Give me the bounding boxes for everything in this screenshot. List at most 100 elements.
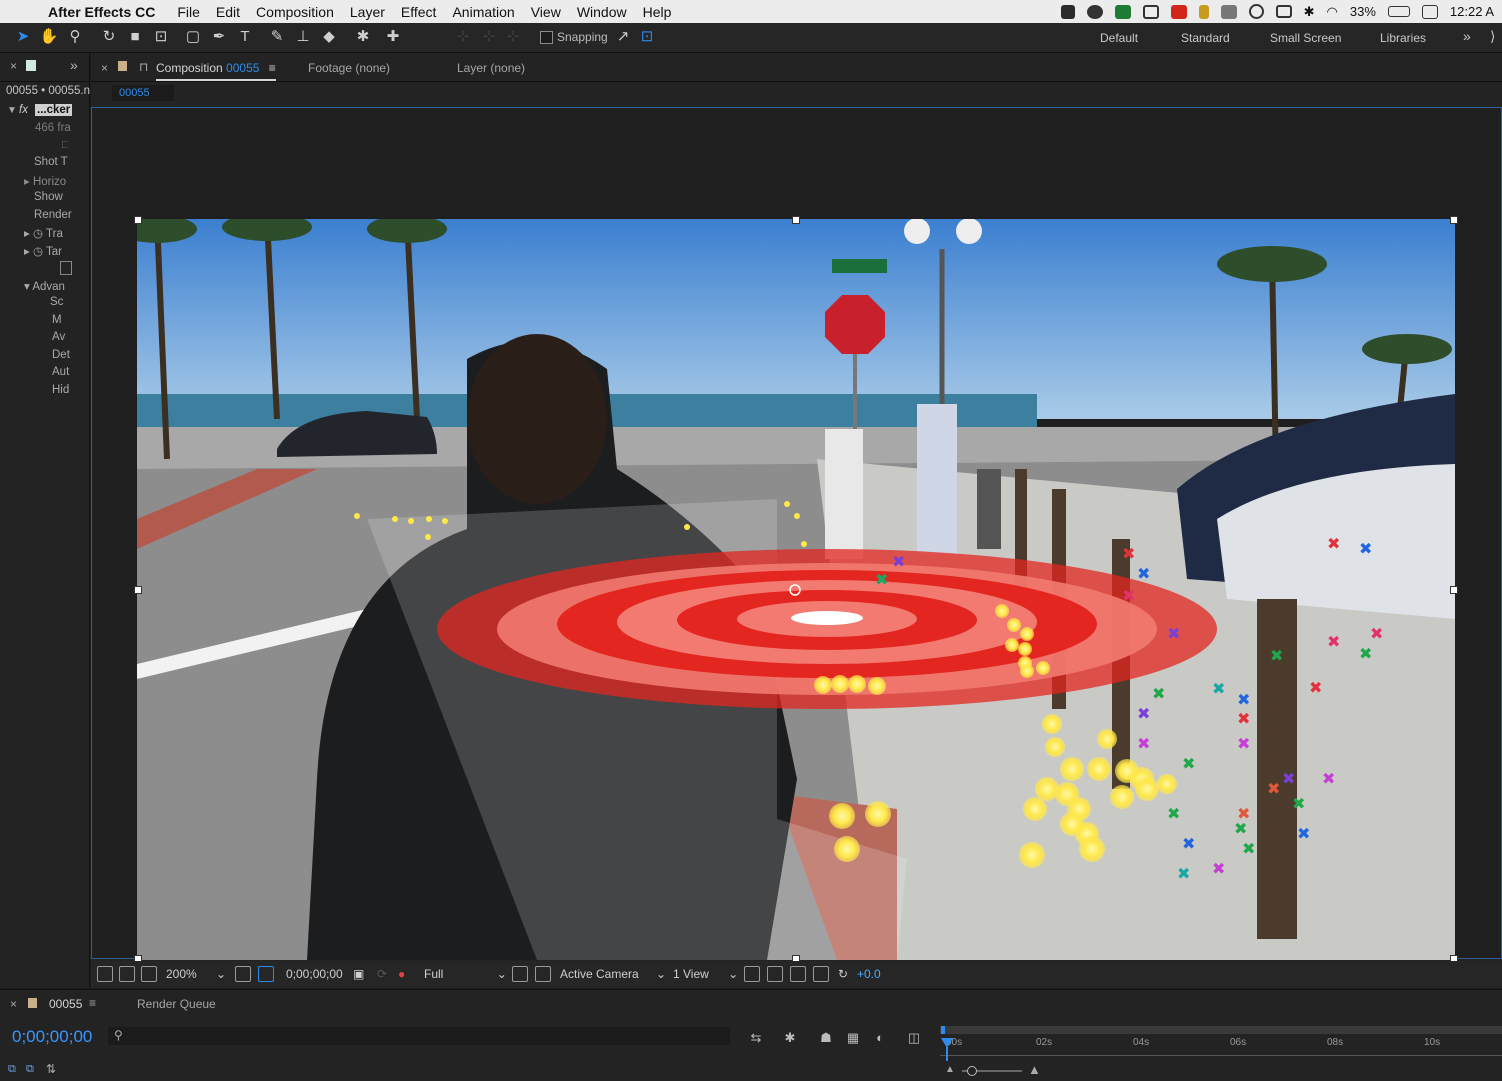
rotation-tool-icon[interactable]: ↻ (98, 27, 120, 47)
clock[interactable]: 12:22 A (1450, 4, 1494, 19)
app-status-icon-4[interactable] (1198, 4, 1209, 19)
menu-composition[interactable]: Composition (256, 4, 334, 20)
puppet-pin-tool-icon[interactable]: ✚ (382, 27, 404, 47)
region-of-interest-icon[interactable] (512, 966, 528, 982)
effect-row[interactable]: ▼ fx ...cker (0, 104, 88, 121)
panel-menu-icon[interactable]: ≡ (269, 61, 276, 75)
airplay-icon[interactable] (1275, 5, 1292, 18)
transparency-grid-icon[interactable] (535, 966, 551, 982)
lock-icon[interactable]: ⊓ (139, 60, 148, 74)
camera-tool-icon[interactable]: ■ (124, 27, 146, 47)
timeline-timecode[interactable]: 0;00;00;00 (12, 1027, 92, 1047)
reset-exposure-icon[interactable]: ↻ (838, 967, 848, 981)
timeline-tab[interactable]: 00055 (49, 997, 82, 1011)
fx-icon[interactable]: fx (19, 104, 28, 116)
type-tool-icon[interactable]: T (234, 27, 256, 47)
color-channels-icon[interactable]: ● (398, 967, 405, 981)
effect-name[interactable]: ...cker (35, 104, 73, 116)
settings-toggle-icon[interactable]: ⇅ (46, 1062, 56, 1076)
time-machine-icon[interactable] (1248, 4, 1264, 19)
display-icon[interactable] (1220, 4, 1237, 19)
workspace-overflow[interactable]: » (1463, 28, 1471, 44)
app-status-icon[interactable] (1114, 4, 1131, 19)
grid-guides-icon[interactable] (235, 966, 251, 982)
stopwatch-icon[interactable]: ◷ (33, 228, 43, 240)
workspace-libraries[interactable]: Libraries (1380, 31, 1426, 45)
app-status-icon-2[interactable] (1142, 4, 1159, 19)
always-preview-icon[interactable] (97, 966, 113, 982)
creative-cloud-icon[interactable] (1086, 4, 1103, 19)
prop-track[interactable]: ▸ ◷ Tra (24, 226, 88, 243)
pan-behind-tool-icon[interactable]: ⊡ (150, 27, 172, 47)
menu-file[interactable]: File (177, 4, 200, 20)
video-frame[interactable]: ✖ ✖ ✖ ✖ ✖ ✖ ✖ ✖ ✖ ✖ ✖ ✖ ✖ ✖ ✖ ✖ ✖ ✖ ✖ ✖ ✖ ✖ ✖ ✖ ✖ ✖ ✖ ✖ ✖ ✖ … (137, 219, 1455, 960)
menu-view[interactable]: View (531, 4, 561, 20)
menu-animation[interactable]: Animation (452, 4, 514, 20)
draft-3d-icon[interactable]: ⇆ (748, 1031, 764, 1045)
workspace-default[interactable]: Default (1100, 31, 1138, 45)
layer-handle[interactable] (1450, 216, 1458, 224)
panel-overflow-icon[interactable]: » (70, 57, 78, 73)
app-menu[interactable]: After Effects CC (48, 4, 155, 20)
comp-layer-icon[interactable]: ⧉ (8, 1063, 16, 1076)
comp-breadcrumb[interactable]: 00055 (112, 85, 174, 101)
menu-layer[interactable]: Layer (350, 4, 385, 20)
composition-viewer[interactable]: ✖ ✖ ✖ ✖ ✖ ✖ ✖ ✖ ✖ ✖ ✖ ✖ ✖ ✖ ✖ ✖ ✖ ✖ ✖ ✖ ✖ ✖ ✖ ✖ ✖ ✖ ✖ ✖ ✖ ✖ … (91, 107, 1502, 963)
close-panel-icon[interactable]: × (10, 59, 17, 73)
layer-handle[interactable] (134, 586, 142, 594)
clone-stamp-tool-icon[interactable]: ⊥ (292, 27, 314, 47)
prop-advanced[interactable]: ▾ Advan (24, 279, 88, 296)
roto-brush-tool-icon[interactable]: ✱ (352, 27, 374, 47)
zoom-tool-icon[interactable]: ⚲ (64, 27, 86, 47)
pen-tool-icon[interactable]: ✒ (208, 27, 230, 47)
prop-horizon[interactable]: ▸ Horizo (24, 174, 88, 191)
flowchart-icon[interactable] (813, 966, 829, 982)
disclosure-open-icon[interactable]: ▼ (7, 105, 17, 116)
time-ruler[interactable] (940, 1035, 1502, 1056)
snap-options-icon[interactable]: ↗ (612, 27, 634, 47)
stopwatch-icon[interactable]: ◷ (33, 246, 43, 258)
precompose-icon[interactable]: ⧉ (26, 1063, 34, 1076)
layer-search-input[interactable]: ⚲ (108, 1027, 730, 1045)
workspace-standard[interactable]: Standard (1181, 31, 1230, 45)
exposure-value[interactable]: +0.0 (857, 967, 881, 981)
resolution-select[interactable]: Full ⌄ (424, 967, 507, 981)
work-area-start-handle[interactable] (941, 1026, 945, 1034)
snap-feature-icon[interactable]: ⊡ (636, 27, 658, 47)
fast-previews-icon[interactable] (767, 966, 783, 982)
hand-tool-icon[interactable]: ✋ (38, 27, 60, 47)
battery-icon[interactable] (1387, 6, 1410, 17)
mask-visibility-icon[interactable] (258, 966, 274, 982)
motion-blur-icon[interactable]: ◐ (872, 1031, 888, 1045)
snapshot-camera-icon[interactable]: ▣ (353, 967, 364, 981)
tab-layer[interactable]: Layer (none) (457, 61, 525, 75)
current-time[interactable]: 0;00;00;00 (286, 967, 343, 981)
layer-handle[interactable] (1450, 586, 1458, 594)
selection-tool-icon[interactable]: ➤ (12, 27, 34, 47)
zoom-select[interactable]: 200% ⌄ (166, 967, 226, 981)
calendar-icon[interactable] (1421, 4, 1438, 19)
camera-select[interactable]: Active Camera ⌄ (560, 967, 666, 981)
layer-handle[interactable] (792, 216, 800, 224)
panel-menu-icon[interactable]: ≡ (89, 996, 96, 1010)
workspace-small-screen[interactable]: Small Screen (1270, 31, 1341, 45)
frame-blending-icon[interactable]: ▦ (845, 1031, 861, 1045)
snapping-checkbox[interactable] (540, 30, 553, 44)
zoom-in-mountain-icon[interactable]: ▲ (1028, 1062, 1041, 1077)
eraser-tool-icon[interactable]: ◆ (318, 27, 340, 47)
menu-edit[interactable]: Edit (216, 4, 240, 20)
time-zoom-thumb[interactable] (967, 1066, 977, 1076)
bluetooth-icon[interactable]: ✱ (1304, 4, 1315, 20)
work-area-bar[interactable] (940, 1026, 1502, 1034)
zoom-out-mountain-icon[interactable]: ▲ (945, 1064, 955, 1075)
close-tab-icon[interactable]: × (10, 997, 17, 1011)
tab-footage[interactable]: Footage (none) (308, 61, 390, 75)
rectangle-tool-icon[interactable]: ▢ (182, 27, 204, 47)
snapping-toggle[interactable]: Snapping (540, 30, 608, 44)
render-queue-tab[interactable]: Render Queue (137, 997, 216, 1011)
layer-handle[interactable] (134, 216, 142, 224)
shy-layers-icon[interactable]: ☗ (818, 1031, 834, 1045)
toggle-pixel-aspect-icon[interactable] (744, 966, 760, 982)
wifi-icon[interactable]: ◠ (1327, 4, 1338, 20)
vr-goggles-icon[interactable] (141, 966, 157, 982)
